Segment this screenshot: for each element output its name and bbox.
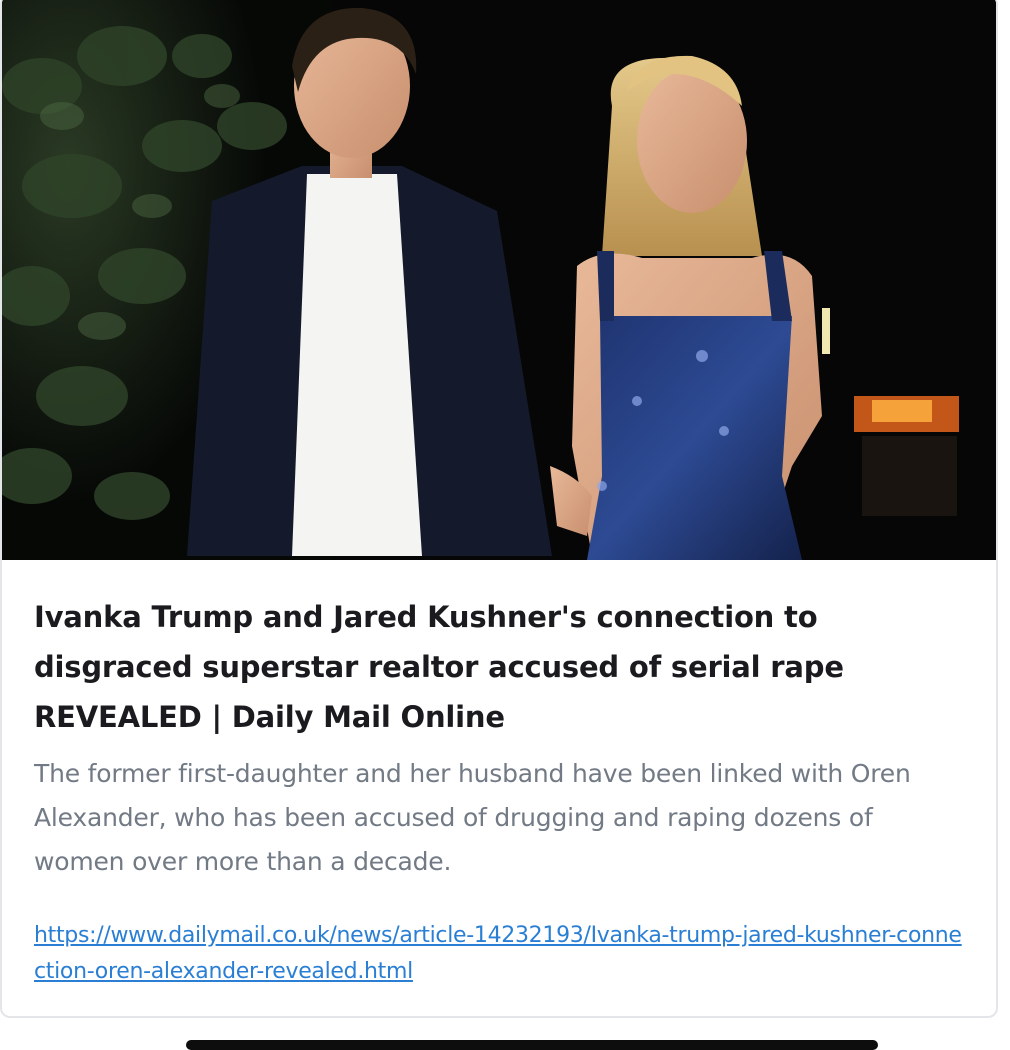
home-indicator-bar	[186, 1040, 878, 1050]
link-preview-image[interactable]	[2, 0, 996, 560]
link-preview-title[interactable]: Ivanka Trump and Jared Kushner's connect…	[34, 592, 964, 742]
link-preview-card[interactable]: Ivanka Trump and Jared Kushner's connect…	[0, 0, 998, 1018]
link-preview-url[interactable]: https://www.dailymail.co.uk/news/article…	[34, 918, 964, 990]
link-preview-text: Ivanka Trump and Jared Kushner's connect…	[34, 592, 964, 990]
couple-photo	[2, 0, 996, 560]
link-preview-description: The former first-daughter and her husban…	[34, 759, 911, 876]
